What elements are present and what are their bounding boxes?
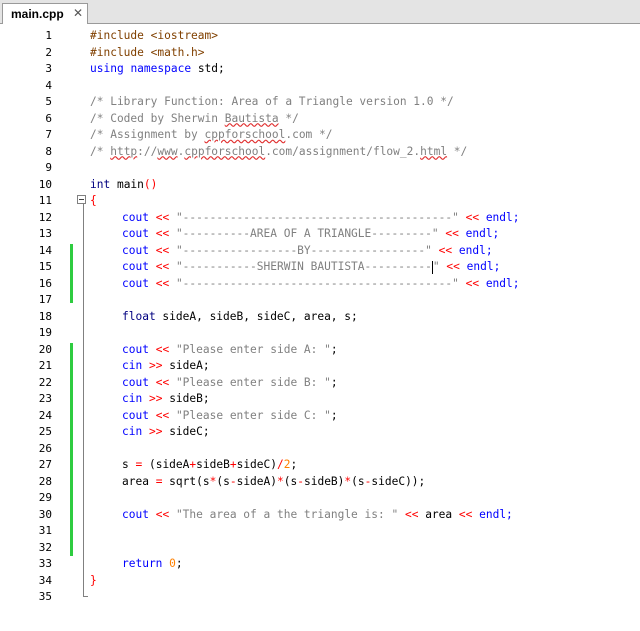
code-line-24: cout << "Please enter side C: ";	[122, 408, 338, 422]
line-number: 20	[38, 342, 52, 356]
line-number: 6	[45, 111, 52, 125]
line-number: 11	[38, 194, 52, 207]
line-number: 17	[38, 293, 52, 306]
code-line-14: cout << "-----------------BY------------…	[122, 243, 493, 257]
line-number: 25	[38, 425, 52, 438]
line-number: 33	[38, 557, 52, 570]
code-line-20: cout << "Please enter side A: ";	[122, 342, 338, 356]
code-line-11: {	[90, 194, 97, 207]
code-line-22: cout << "Please enter side B: ";	[122, 375, 338, 389]
code-line-1: #include <iostream>	[90, 29, 218, 42]
code-line-16: cout << "-------------------------------…	[122, 276, 520, 290]
line-number: 32	[38, 540, 52, 554]
line-number: 18	[38, 309, 52, 323]
code-line-23: cin >> sideB;	[122, 392, 210, 405]
line-number: 35	[38, 590, 52, 603]
code-line-5: /* Library Function: Area of a Triangle …	[90, 95, 454, 108]
line-number: 34	[38, 573, 52, 587]
line-number: 16	[38, 276, 52, 290]
line-number: 10	[38, 177, 52, 191]
line-number: 24	[38, 408, 52, 422]
code-line-28: area = sqrt(s*(s-sideA)*(s-sideB)*(s-sid…	[122, 474, 426, 488]
line-number: 21	[38, 359, 52, 372]
line-number: 2	[45, 45, 52, 59]
line-number: 29	[38, 491, 52, 504]
tab-main-cpp[interactable]: main.cpp ✕	[2, 3, 88, 24]
code-line-21: cin >> sideA;	[122, 359, 210, 372]
code-line-10: int main()	[90, 177, 158, 191]
line-number: 22	[38, 375, 52, 389]
code-line-33: return 0;	[122, 557, 183, 570]
code-line-25: cin >> sideC;	[122, 425, 210, 438]
code-line-12: cout << "-------------------------------…	[122, 210, 520, 224]
line-number: 12	[38, 210, 52, 224]
code-line-13: cout << "----------AREA OF A TRIANGLE---…	[122, 227, 500, 240]
code-line-2: #include <math.h>	[90, 45, 205, 59]
code-line-18: float sideA, sideB, sideC, area, s;	[122, 309, 358, 323]
change-marker	[70, 343, 73, 556]
line-number: 1	[45, 29, 52, 42]
code-line-8: /* http://www.cppforschool.com/assignmen…	[90, 144, 468, 158]
code-line-6: /* Coded by Sherwin Bautista */	[90, 111, 299, 125]
line-number: 15	[38, 260, 52, 273]
fold-guide-end	[83, 596, 88, 597]
line-number: 7	[45, 128, 52, 141]
line-number: 3	[45, 62, 52, 75]
fold-guide	[83, 204, 84, 596]
line-number: 14	[38, 243, 52, 257]
code-line-3: using namespace std;	[90, 62, 225, 75]
tab-bar: main.cpp ✕	[0, 0, 640, 24]
line-number: 28	[38, 474, 52, 488]
code-line-27: s = (sideA+sideB+sideC)/2;	[122, 458, 298, 471]
line-number: 13	[38, 227, 52, 240]
line-number: 9	[45, 161, 52, 174]
line-number: 23	[38, 392, 52, 405]
code-line-15: cout << "-----------SHERWIN BAUTISTA----…	[122, 260, 501, 274]
code-line-7: /* Assignment by cppforschool.com */	[90, 128, 333, 141]
line-number: 5	[45, 95, 52, 108]
line-number: 8	[45, 144, 52, 158]
close-icon[interactable]: ✕	[73, 6, 83, 20]
line-number: 4	[45, 78, 52, 92]
line-number: 30	[38, 507, 52, 521]
fold-toggle-icon[interactable]	[77, 195, 86, 204]
change-marker	[70, 244, 73, 303]
line-number: 31	[38, 524, 52, 537]
code-line-34: }	[90, 573, 97, 587]
tab-label: main.cpp	[11, 7, 64, 21]
line-number: 19	[38, 326, 52, 339]
line-number: 27	[38, 458, 52, 471]
line-number: 26	[38, 441, 52, 455]
code-line-30: cout << "The area of a the triangle is: …	[122, 507, 513, 521]
